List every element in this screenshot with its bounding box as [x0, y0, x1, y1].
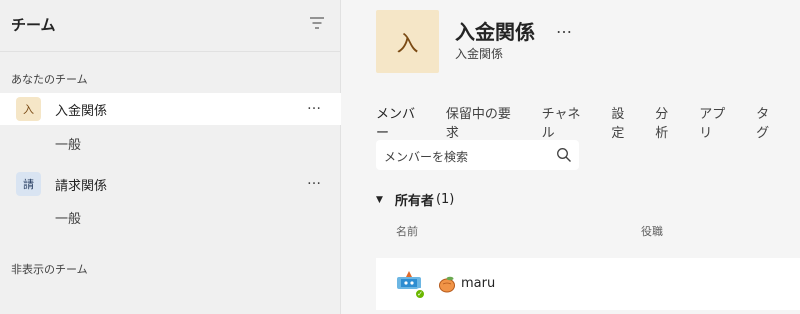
tab-tags[interactable]: タグ [756, 103, 782, 141]
member-name: maru [461, 276, 496, 291]
page-title: 入金関係 [455, 20, 535, 44]
owners-label: 所有者 [394, 194, 434, 209]
team-item-payments[interactable]: 入 入金関係 … [0, 93, 341, 125]
more-options-icon[interactable]: … [556, 18, 572, 37]
column-header-role: 役職 [641, 225, 663, 238]
tab-channels[interactable]: チャネル [542, 103, 594, 141]
team-detail-panel: 入 入金関係 … 入金関係 メンバー 保留中の要求 チャネル 設定 分析 アプリ… [342, 0, 800, 314]
channel-item-general[interactable]: 一般 [55, 134, 81, 153]
team-subtitle: 入金関係 [455, 47, 504, 61]
team-avatar: 入 [16, 97, 41, 121]
more-options-icon[interactable]: … [307, 172, 322, 188]
search-icon[interactable] [556, 147, 572, 163]
channel-item-general[interactable]: 一般 [55, 208, 81, 227]
tab-apps[interactable]: アプリ [699, 103, 738, 141]
team-item-billing[interactable]: 請 請求関係 … [0, 168, 341, 200]
tab-pending-requests[interactable]: 保留中の要求 [446, 103, 524, 141]
member-search-input[interactable]: メンバーを検索 [376, 140, 579, 170]
your-teams-label: あなたのチーム [11, 73, 88, 86]
peach-emoji-icon [439, 276, 455, 293]
team-name: 入金関係 [55, 104, 108, 119]
column-header-name: 名前 [396, 225, 418, 238]
owners-section-toggle[interactable]: ▼ 所有者 (1) [376, 190, 454, 209]
hidden-teams-label[interactable]: 非表示のチーム [11, 261, 88, 277]
teams-sidebar: チーム あなたのチーム 入 入金関係 … 一般 請 請求関係 … 一般 非表示の… [0, 0, 341, 314]
tab-members[interactable]: メンバー [376, 103, 428, 147]
tab-bar: メンバー 保留中の要求 チャネル 設定 分析 アプリ タグ [376, 103, 800, 147]
tab-analytics[interactable]: 分析 [655, 103, 681, 141]
owners-count: (1) [435, 192, 455, 207]
sidebar-title: チーム [11, 16, 56, 34]
team-avatar: 請 [16, 172, 41, 196]
sidebar-header: チーム [0, 0, 340, 52]
tab-settings[interactable]: 設定 [611, 103, 637, 141]
filter-icon[interactable] [309, 16, 325, 30]
search-placeholder: メンバーを検索 [384, 150, 469, 164]
more-options-icon[interactable]: … [307, 97, 322, 113]
available-status-icon: ✓ [414, 288, 426, 300]
caret-down-icon: ▼ [376, 194, 383, 205]
team-name: 請求関係 [55, 179, 108, 194]
team-large-avatar: 入 [376, 10, 439, 73]
member-row[interactable]: ✓ maru [376, 258, 800, 310]
